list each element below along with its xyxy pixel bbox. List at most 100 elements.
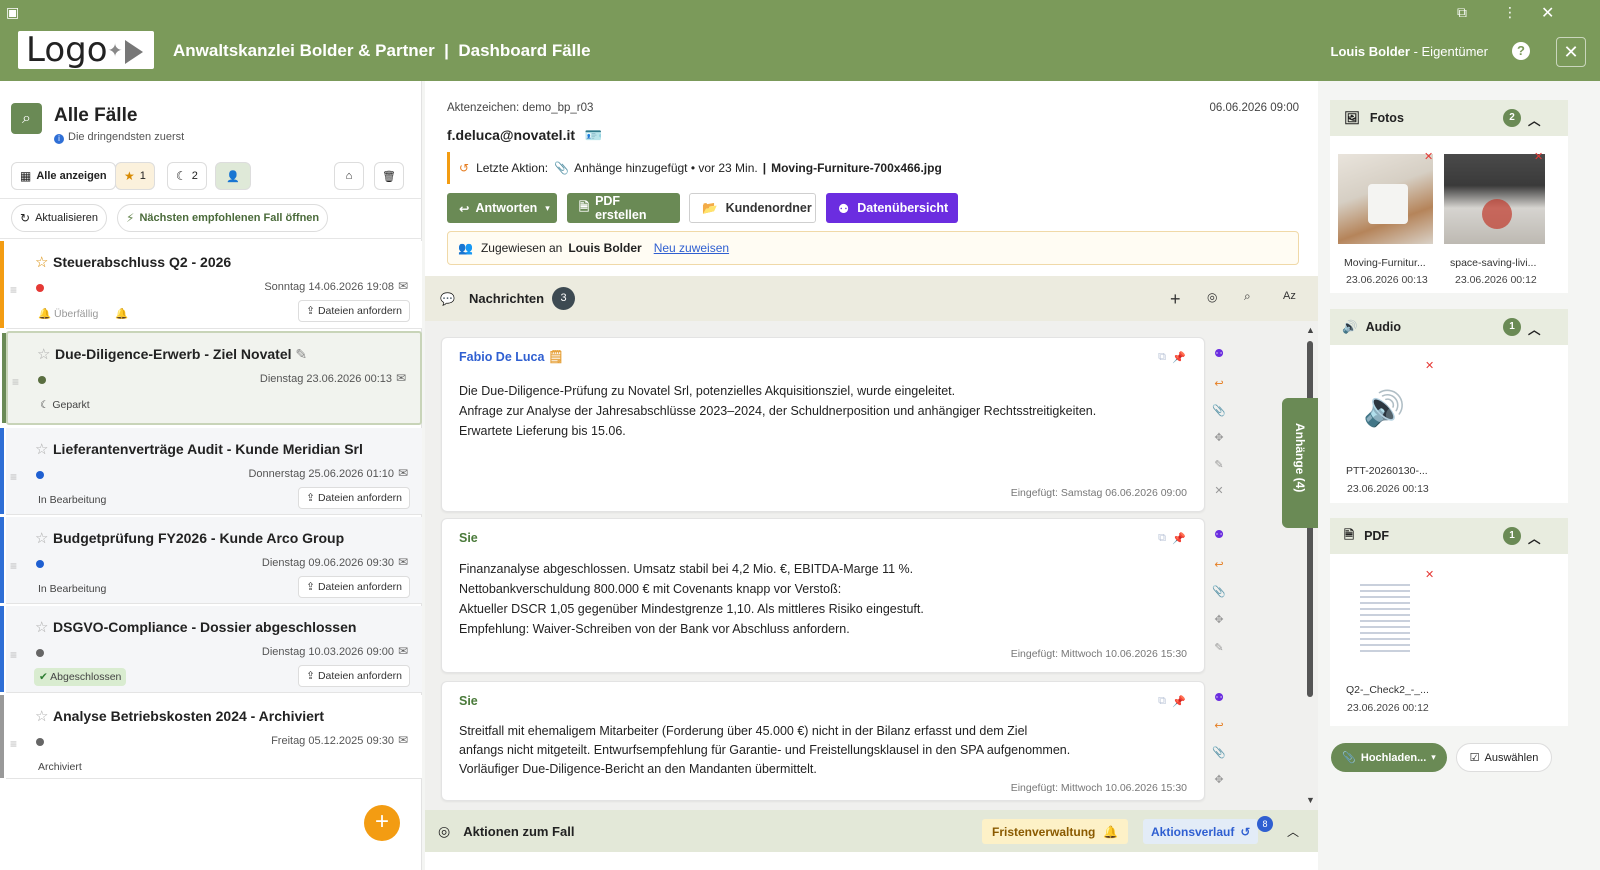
reply-icon[interactable]: ↩	[1209, 377, 1229, 390]
home-button[interactable]: ⌂	[334, 162, 364, 190]
photo-thumbnail[interactable]	[1444, 154, 1545, 244]
mail-icon[interactable]: ✉	[398, 279, 408, 293]
move-icon[interactable]: ✥	[1209, 773, 1229, 786]
case-item[interactable]: ≡ ☆ DSGVO-Compliance - Dossier abgeschlo…	[0, 606, 422, 693]
audio-section-header[interactable]: 🔊 Audio 1 ︿	[1330, 309, 1568, 345]
drag-handle-icon[interactable]: ≡	[10, 648, 17, 662]
add-icon[interactable]: +	[1170, 289, 1181, 310]
select-button[interactable]: ☑ Auswählen	[1456, 743, 1552, 772]
search-icon[interactable]: ⌕	[11, 103, 42, 134]
case-actions-bar[interactable]: ◎ Aktionen zum Fall Fristenverwaltung 🔔 A…	[425, 810, 1318, 852]
remove-icon[interactable]: ✕	[1425, 359, 1434, 372]
drag-handle-icon[interactable]: ≡	[10, 283, 17, 297]
copy-icon[interactable]: ⧉	[1158, 532, 1166, 545]
drag-handle-icon[interactable]: ≡	[12, 375, 19, 389]
case-item[interactable]: ≡ ☆ Steuerabschluss Q2 - 2026 Sonntag 14…	[0, 241, 422, 329]
case-item-selected[interactable]: ≡ ☆ Due-Diligence-Erwerb - Ziel Novatel …	[2, 331, 422, 425]
star-icon[interactable]: ☆	[35, 618, 48, 636]
mail-icon[interactable]: ✉	[398, 466, 408, 480]
paperclip-icon[interactable]: 📎	[1209, 746, 1229, 759]
action-history-button[interactable]: Aktionsverlauf ↺	[1143, 819, 1259, 844]
edit-icon[interactable]: ✎	[295, 346, 307, 362]
extensions-icon[interactable]: ⧉	[1457, 4, 1467, 21]
star-icon[interactable]: ☆	[35, 529, 48, 547]
pdf-thumbnail[interactable]	[1338, 572, 1436, 662]
mail-icon[interactable]: ✉	[396, 371, 406, 385]
my-cases-filter-button[interactable]: 👤	[215, 162, 251, 190]
pin-icon[interactable]: 📌	[1172, 351, 1186, 364]
request-files-button[interactable]: ⇪ Dateien anfordern	[298, 300, 410, 322]
mail-icon[interactable]: ✉	[398, 644, 408, 658]
sort-button[interactable]: Az	[1283, 290, 1296, 302]
case-item[interactable]: ≡ ☆ Lieferantenverträge Audit - Kunde Me…	[0, 428, 422, 515]
pin-icon[interactable]: 📌	[1172, 695, 1186, 708]
remove-icon[interactable]: ✕	[1534, 150, 1543, 163]
close-button[interactable]: ✕	[1556, 37, 1586, 67]
remove-icon[interactable]: ✕	[1424, 150, 1433, 163]
pdf-section-header[interactable]: 🗎 PDF 1 ︿	[1330, 518, 1568, 554]
mail-icon[interactable]: ✉	[398, 555, 408, 569]
chevron-up-icon[interactable]: ︿	[1287, 823, 1299, 840]
next-case-button[interactable]: ⚡ Nächsten empfohlenen Fall öffnen	[117, 204, 329, 232]
reply-icon[interactable]: ↩	[1209, 719, 1229, 732]
delete-icon[interactable]: ✕	[1209, 484, 1229, 497]
contact-card-icon[interactable]: 🪪	[585, 127, 602, 143]
client-folder-button[interactable]: 📂 Kundenordner	[689, 193, 816, 223]
edit-icon[interactable]: ✎	[1209, 641, 1229, 654]
copy-icon[interactable]: ⧉	[1158, 695, 1166, 708]
window-close-icon[interactable]: ✕	[1541, 3, 1554, 23]
note-icon[interactable]: 🗒	[548, 350, 564, 364]
more-vertical-icon[interactable]: ⋮	[1503, 4, 1517, 21]
case-item[interactable]: ≡ ☆ Analyse Betriebskosten 2024 - Archiv…	[0, 695, 422, 779]
delete-button[interactable]: 🗑	[374, 162, 404, 190]
copy-icon[interactable]: ⧉	[1158, 351, 1166, 364]
edit-icon[interactable]: ✎	[1209, 458, 1229, 471]
deadline-management-button[interactable]: Fristenverwaltung 🔔	[982, 819, 1129, 844]
move-icon[interactable]: ✥	[1209, 613, 1229, 626]
chevron-up-icon[interactable]: ︿	[1528, 528, 1541, 547]
scrollbar[interactable]: ▲ ▼	[1306, 325, 1315, 805]
parked-filter-button[interactable]: ☾ 2	[167, 162, 207, 190]
pin-icon[interactable]: 📌	[1172, 532, 1186, 545]
remove-icon[interactable]: ✕	[1425, 568, 1434, 581]
attachments-tab[interactable]: Anhänge (4)	[1282, 398, 1318, 528]
paperclip-icon[interactable]: 📎	[1209, 404, 1229, 417]
audio-count-badge: 1	[1503, 318, 1521, 336]
show-all-button[interactable]: ▦ Alle anzeigen	[11, 162, 116, 190]
refresh-button[interactable]: ↻ Aktualisieren	[11, 204, 108, 232]
reassign-link[interactable]: Neu zuweisen	[654, 241, 729, 255]
star-icon[interactable]: ☆	[37, 345, 50, 363]
audio-thumbnail[interactable]: 🔊	[1338, 359, 1438, 459]
starred-filter-button[interactable]: ★ 1	[115, 162, 155, 190]
drag-handle-icon[interactable]: ≡	[10, 470, 17, 484]
data-overview-button[interactable]: ⚉ Datenübersicht	[826, 193, 958, 223]
star-icon[interactable]: ☆	[35, 253, 48, 271]
reply-button[interactable]: ↩ Antworten ▾	[447, 193, 557, 223]
ai-icon[interactable]: ⚉	[1209, 691, 1229, 704]
request-files-button[interactable]: ⇪ Dateien anfordern	[298, 665, 410, 687]
photo-thumbnail[interactable]	[1338, 154, 1433, 244]
search-icon[interactable]: ⌕	[1244, 289, 1251, 304]
request-files-button[interactable]: ⇪ Dateien anfordern	[298, 487, 410, 509]
ai-icon[interactable]: ⚉	[1209, 347, 1229, 360]
mail-icon[interactable]: ✉	[398, 733, 408, 747]
chevron-up-icon[interactable]: ︿	[1528, 110, 1541, 129]
chevron-up-icon[interactable]: ︿	[1528, 319, 1541, 338]
case-item[interactable]: ≡ ☆ Budgetprüfung FY2026 - Kunde Arco Gr…	[0, 517, 422, 604]
star-icon[interactable]: ☆	[35, 440, 48, 458]
paperclip-icon[interactable]: 📎	[1209, 585, 1229, 598]
move-icon[interactable]: ✥	[1209, 431, 1229, 444]
reply-icon[interactable]: ↩	[1209, 558, 1229, 571]
create-pdf-button[interactable]: 🗎 PDF erstellen	[567, 193, 680, 223]
add-case-button[interactable]: +	[364, 805, 400, 841]
photos-section-header[interactable]: 🖼 Fotos 2 ︿	[1330, 100, 1568, 136]
upload-button[interactable]: 📎 Hochladen... ▾	[1331, 743, 1447, 772]
hide-icon[interactable]: ◎	[1207, 290, 1217, 304]
request-files-button[interactable]: ⇪ Dateien anfordern	[298, 576, 410, 598]
drag-handle-icon[interactable]: ≡	[10, 737, 17, 751]
star-icon[interactable]: ☆	[35, 707, 48, 725]
ai-icon[interactable]: ⚉	[1209, 528, 1229, 541]
drag-handle-icon[interactable]: ≡	[10, 559, 17, 573]
case-title: Analyse Betriebskosten 2024 - Archiviert	[53, 708, 325, 724]
help-icon[interactable]: ?	[1512, 42, 1530, 60]
